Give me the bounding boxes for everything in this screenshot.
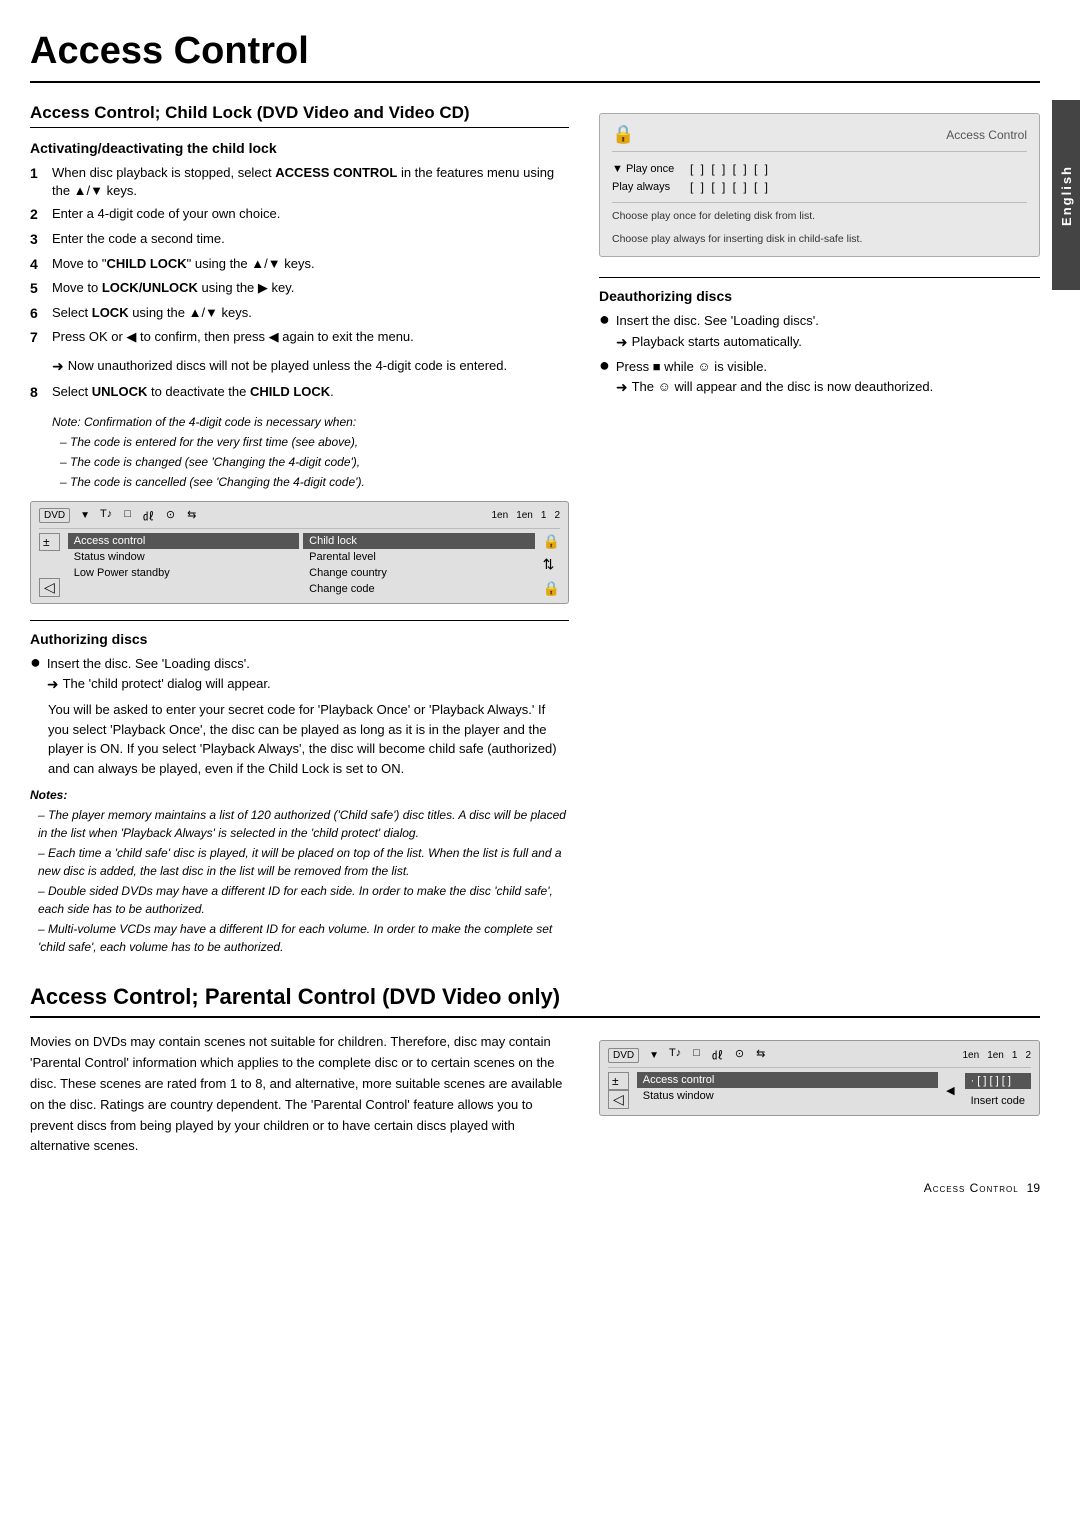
nav-body: ± ◁ Access control Status window Low Pow… xyxy=(39,533,560,597)
auth-bullet-1: ● Insert the disc. See 'Loading discs'. … xyxy=(30,655,569,695)
confirm-note-items: The code is entered for the very first t… xyxy=(60,433,569,491)
auth-long-text: You will be asked to enter your secret c… xyxy=(48,700,569,778)
sub-parental: Parental level xyxy=(303,549,534,565)
auth-notes: Notes: The player memory maintains a lis… xyxy=(30,786,569,956)
side-tab-label: English xyxy=(1059,165,1074,226)
menu-low-power: Low Power standby xyxy=(68,565,299,581)
play-always-row: Play always [ ] [ ] [ ] [ ] xyxy=(612,180,1027,194)
section2-title: Access Control; Parental Control (DVD Vi… xyxy=(30,984,1040,1018)
insert-menu-access: Access control xyxy=(637,1072,938,1088)
steps-list: 1 When disc playback is stopped, select … xyxy=(30,164,569,348)
insert-nav-body: ± ◁ Access control Status window ◀ xyxy=(608,1072,1031,1109)
sub-code: Change code xyxy=(303,581,534,597)
section2: Access Control; Parental Control (DVD Vi… xyxy=(30,984,1040,1171)
sub-country: Change country xyxy=(303,565,534,581)
step-3: 3 Enter the code a second time. xyxy=(30,230,569,250)
deauth-bullet-2: ● Press ■ while ☺ is visible. ➜ The ☺ wi… xyxy=(599,358,1040,398)
page-number: 19 xyxy=(1027,1181,1040,1195)
menu-status-window: Status window xyxy=(68,549,299,565)
insert-code-label: Insert code xyxy=(965,1093,1031,1109)
locked-note-1: Choose play once for deleting disk from … xyxy=(612,202,1027,224)
step8-list: 8 Select UNLOCK to deactivate the CHILD … xyxy=(30,383,569,403)
insert-code-brackets: · [ ] [ ] [ ] xyxy=(965,1073,1031,1089)
step-5: 5 Move to LOCK/UNLOCK using the ▶ key. xyxy=(30,279,569,299)
locked-note-2: Choose play always for inserting disk in… xyxy=(612,230,1027,247)
locked-header: 🔒 Access Control xyxy=(612,124,1027,152)
step-1: 1 When disc playback is stopped, select … xyxy=(30,164,569,200)
insert-menu-status: Status window xyxy=(637,1088,938,1104)
play-once-row: ▼ Play once [ ] [ ] [ ] [ ] xyxy=(612,162,1027,176)
confirm-note: Note: Confirmation of the 4-digit code i… xyxy=(52,413,569,491)
divider-auth xyxy=(30,620,569,621)
insert-screen-mockup: DVD ▼ T♪ □ ㎗ ⊙ ⇆ 1en 1en xyxy=(599,1040,1040,1116)
section1-title: Access Control; Child Lock (DVD Video an… xyxy=(30,103,569,128)
step-8: 8 Select UNLOCK to deactivate the CHILD … xyxy=(30,383,569,403)
play-grid: ▼ Play once [ ] [ ] [ ] [ ] Play always … xyxy=(612,162,1027,194)
arrow-note-1: ➜ Now unauthorized discs will not be pla… xyxy=(52,358,569,375)
deauth-title: Deauthorizing discs xyxy=(599,288,1040,304)
nav-screen-mockup: DVD ▼ T♪ □ ㎗ ⊙ ⇆ 1en 1en 1 xyxy=(30,501,569,604)
step-6: 6 Select LOCK using the ▲/▼ keys. xyxy=(30,304,569,324)
insert-nav-top: DVD ▼ T♪ □ ㎗ ⊙ ⇆ 1en 1en xyxy=(608,1047,1031,1068)
nav-top-bar: DVD ▼ T♪ □ ㎗ ⊙ ⇆ 1en 1en 1 xyxy=(39,508,560,529)
authorizing-title: Authorizing discs xyxy=(30,631,569,647)
deauth-bullet-1: ● Insert the disc. See 'Loading discs'. … xyxy=(599,312,1040,352)
divider-deauth xyxy=(599,277,1040,278)
step-2: 2 Enter a 4-digit code of your own choic… xyxy=(30,205,569,225)
activating-title: Activating/deactivating the child lock xyxy=(30,140,569,156)
page-title: Access Control xyxy=(30,30,1040,83)
lock-icon: 🔒 xyxy=(612,124,634,145)
page-num-area: Access Control 19 xyxy=(30,1181,1040,1195)
sub-child-lock: Child lock xyxy=(303,533,534,549)
parental-desc: Movies on DVDs may contain scenes not su… xyxy=(30,1032,569,1157)
page-num-label: Access Control xyxy=(924,1181,1019,1195)
access-control-label: Access Control xyxy=(946,128,1027,142)
step-4: 4 Move to "CHILD LOCK" using the ▲/▼ key… xyxy=(30,255,569,275)
locked-screen-mockup: 🔒 Access Control ▼ Play once [ ] [ ] [ ]… xyxy=(599,113,1040,257)
menu-access-control: Access control xyxy=(68,533,299,549)
section2-columns: Movies on DVDs may contain scenes not su… xyxy=(30,1032,1040,1171)
step-7: 7 Press OK or ◀ to confirm, then press ◀… xyxy=(30,328,569,348)
